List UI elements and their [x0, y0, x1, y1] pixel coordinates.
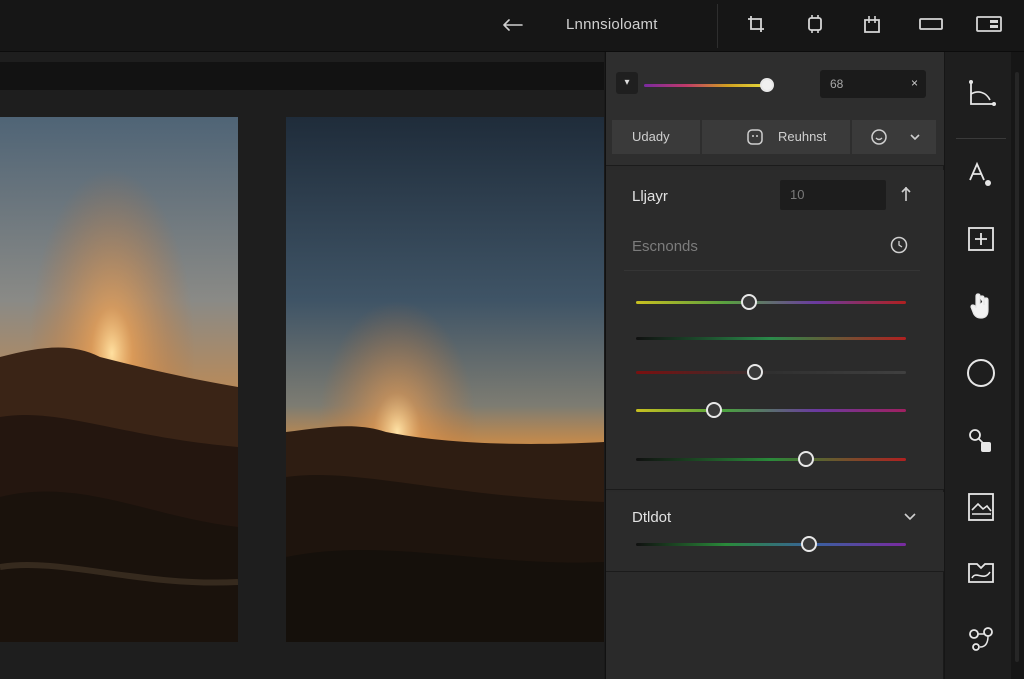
light-adjust-section: Lljayr 10 Escnonds — [606, 170, 944, 490]
range-value: 68 — [830, 77, 844, 91]
link-nodes-icon[interactable] — [964, 622, 998, 656]
chevron-down-icon — [908, 120, 922, 167]
document-title: Lnnnsioloamt — [566, 16, 658, 33]
hue-range-thumb[interactable] — [760, 78, 774, 92]
adjustments-panel: ▾ 68 × Udady Reuhnst Lljayr 10 Escnonds … — [605, 52, 944, 679]
section-heading-light: Lljayr — [632, 188, 668, 205]
slider-thumb-1[interactable] — [741, 294, 758, 310]
light-value-field[interactable]: 10 — [780, 180, 886, 210]
add-box-icon[interactable] — [964, 222, 998, 256]
dropdown-toggle-button[interactable]: ▾ — [616, 72, 638, 94]
photo-left[interactable] — [0, 117, 238, 642]
segment-reuhnst-label: Reuhnst — [778, 129, 827, 144]
chevron-down-icon[interactable] — [902, 506, 918, 531]
clear-value-button[interactable]: × — [911, 76, 918, 90]
detail-section: Dtldot — [606, 492, 944, 572]
segment-udady-label: Udady — [632, 129, 670, 144]
aspect-icon[interactable] — [918, 12, 944, 36]
layers-warp-icon[interactable] — [964, 556, 998, 590]
slider-thumb-4[interactable] — [706, 402, 723, 418]
canvas-area — [0, 52, 604, 679]
detail-slider-track[interactable] — [636, 543, 906, 546]
slider-track-2[interactable] — [636, 337, 906, 340]
range-value-field[interactable]: 68 × — [820, 70, 926, 98]
circle-icon[interactable] — [964, 356, 998, 390]
node-icon[interactable] — [964, 424, 998, 458]
slider-track-5[interactable] — [636, 458, 906, 461]
right-toolbar — [944, 52, 1024, 679]
toolbar-separator — [956, 138, 1006, 139]
hand-icon[interactable] — [964, 288, 998, 322]
reset-icon[interactable] — [888, 234, 910, 261]
text-shape-icon[interactable] — [964, 156, 998, 190]
crop-tool-icon[interactable] — [744, 12, 768, 36]
section-subheading: Escnonds — [632, 238, 698, 255]
back-arrow-icon[interactable] — [496, 14, 528, 36]
toolbar-divider — [717, 4, 718, 48]
top-bar: Lnnnsioloamt — [0, 0, 1024, 52]
image-frame-icon[interactable] — [964, 490, 998, 524]
segment-more[interactable] — [852, 120, 936, 154]
slider-thumb-5[interactable] — [798, 451, 815, 467]
light-value: 10 — [790, 187, 805, 202]
rotate-icon[interactable] — [803, 12, 827, 36]
smile-icon — [870, 120, 888, 167]
slider-track-3[interactable] — [636, 371, 906, 374]
range-section: ▾ 68 × Udady Reuhnst — [606, 52, 944, 166]
eyedropper-icon[interactable] — [898, 184, 914, 209]
hue-range-track[interactable] — [644, 84, 770, 87]
slider-thumb-3[interactable] — [746, 364, 763, 380]
segment-udady[interactable]: Udady — [612, 120, 700, 154]
slider-track-1[interactable] — [636, 301, 906, 304]
compare-icon[interactable] — [975, 12, 1003, 36]
slider-track-4[interactable] — [636, 409, 906, 412]
detail-slider-thumb[interactable] — [800, 536, 817, 552]
photo-right[interactable] — [286, 117, 604, 642]
segment-reuhnst[interactable]: Reuhnst — [702, 120, 850, 154]
section-heading-detail: Dtldot — [632, 509, 672, 526]
transform-icon[interactable] — [860, 12, 884, 36]
select-path-icon[interactable] — [964, 78, 998, 112]
toolbar-scrollbar[interactable] — [1015, 72, 1019, 662]
canvas-header-strip — [0, 62, 604, 90]
section-divider — [624, 270, 920, 271]
face-icon — [746, 120, 764, 167]
